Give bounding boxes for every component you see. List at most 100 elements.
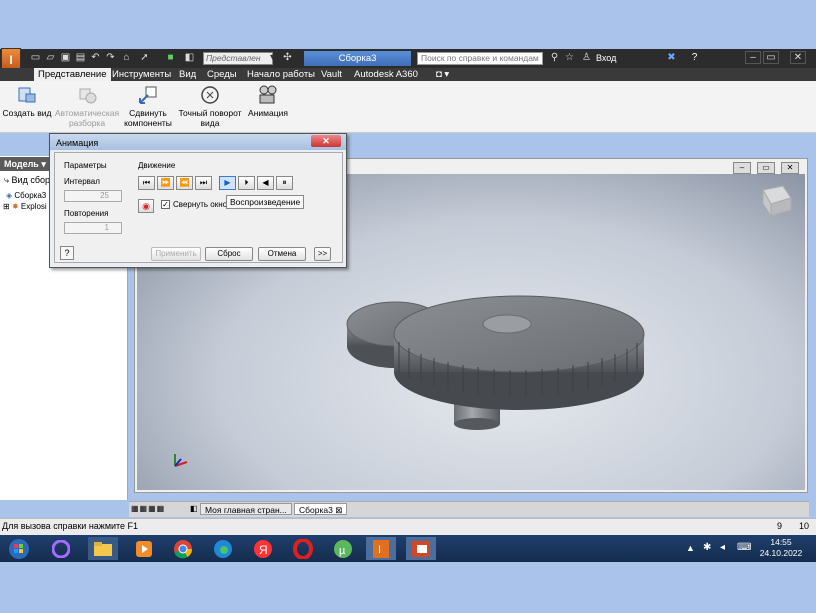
svg-text:I: I bbox=[378, 544, 381, 556]
network-icon[interactable]: ✱ bbox=[703, 542, 711, 553]
animate-button[interactable]: Анимация bbox=[245, 84, 291, 118]
tab-assembly-label: Сборка3 bbox=[299, 505, 333, 515]
signin-button[interactable]: Вход bbox=[596, 51, 616, 66]
media-player-icon[interactable] bbox=[129, 537, 159, 560]
explorer-icon[interactable] bbox=[88, 537, 118, 560]
viewport-minimize-button[interactable]: – bbox=[733, 162, 751, 174]
apply-button[interactable]: Применить bbox=[151, 247, 201, 261]
tab-vault[interactable]: Vault bbox=[321, 68, 342, 81]
repeats-spinner[interactable]: 1 bbox=[64, 222, 122, 234]
assembly-icon: ◈ bbox=[6, 191, 13, 200]
alice-icon[interactable] bbox=[46, 537, 76, 560]
chrome-icon[interactable] bbox=[168, 537, 198, 560]
minimize-window-label: Свернуть окно п bbox=[173, 200, 234, 209]
layout-icons[interactable]: ▦▦▦▦ bbox=[131, 504, 187, 514]
material-icon[interactable]: ◧ bbox=[183, 52, 196, 64]
viewport-close-button[interactable]: ✕ bbox=[781, 162, 799, 174]
reset-button[interactable]: Сброс bbox=[205, 247, 253, 261]
update-icon[interactable]: ■ bbox=[164, 52, 177, 64]
tree-item-explosion[interactable]: ⊞ ✸ Explosi bbox=[3, 202, 47, 211]
create-view-label: Создать вид bbox=[2, 108, 52, 118]
minimize-window-checkbox[interactable]: ✓ bbox=[161, 200, 170, 209]
view-selector[interactable]: ⤷ Вид сбор bbox=[4, 175, 50, 186]
svg-text:µ: µ bbox=[339, 545, 346, 557]
tab-view[interactable]: Вид bbox=[179, 68, 196, 81]
view-cube-icon[interactable] bbox=[762, 185, 792, 218]
tab-assembly[interactable]: Сборка3 ⊠ bbox=[294, 503, 348, 515]
svg-text:Я: Я bbox=[259, 543, 268, 557]
close-button[interactable]: ✕ bbox=[790, 51, 806, 64]
play-forward-button[interactable]: ▶ bbox=[219, 176, 236, 190]
opera-icon[interactable] bbox=[288, 537, 318, 560]
dialog-close-button[interactable]: ✕ bbox=[311, 135, 341, 147]
status-help-text: Для вызова справки нажмите F1 bbox=[2, 521, 139, 531]
go-to-start-button[interactable]: ⏮ bbox=[138, 176, 155, 190]
tab-home[interactable]: Моя главная стран... bbox=[200, 503, 292, 515]
preset-dropdown[interactable]: Представлен bbox=[203, 52, 273, 65]
create-view-button[interactable]: Создать вид bbox=[2, 84, 52, 118]
play-reverse-button[interactable]: ◀ bbox=[257, 176, 274, 190]
viewport-restore-button[interactable]: ▭ bbox=[757, 162, 775, 174]
clock-time: 14:55 bbox=[770, 537, 792, 547]
tab-getting-started[interactable]: Начало работы bbox=[247, 68, 315, 81]
tweak-label: Сдвинуть компоненты bbox=[124, 108, 172, 128]
volume-icon[interactable]: ◂ bbox=[720, 542, 725, 553]
utorrent-icon[interactable]: µ bbox=[328, 537, 358, 560]
create-view-icon bbox=[16, 84, 38, 106]
select-icon[interactable]: ➚ bbox=[138, 52, 151, 64]
folder-icon[interactable]: ▤ bbox=[74, 52, 87, 64]
tweak-components-button[interactable]: Сдвинуть компоненты bbox=[121, 84, 175, 128]
step-backward-button[interactable]: ⏪ bbox=[176, 176, 193, 190]
tab-scroll-icon[interactable]: ◧ bbox=[190, 504, 198, 513]
save-icon[interactable]: ▣ bbox=[59, 52, 72, 64]
binoculars-icon[interactable]: ⚲ bbox=[548, 52, 561, 64]
yandex-icon[interactable]: Я bbox=[248, 537, 278, 560]
tree-item-assembly[interactable]: ◈ Сборка3 bbox=[6, 191, 46, 200]
motion-label: Движение bbox=[138, 161, 176, 170]
home-icon[interactable]: ⌂ bbox=[120, 52, 133, 64]
go-to-end-button[interactable]: ⏭ bbox=[195, 176, 212, 190]
model-panel-header[interactable]: Модель ▾ bbox=[0, 157, 50, 171]
redo-icon[interactable]: ↷ bbox=[104, 52, 117, 64]
more-button[interactable]: >> bbox=[314, 247, 331, 261]
record-button[interactable]: ◉ bbox=[138, 199, 154, 213]
new-file-icon[interactable]: ▭ bbox=[29, 52, 42, 64]
tab-environments[interactable]: Среды bbox=[207, 68, 237, 81]
play-end-button[interactable]: ⏵ bbox=[238, 176, 255, 190]
precise-rotate-button[interactable]: Точный поворот вида bbox=[176, 84, 244, 128]
chevron-down-icon[interactable]: ▾ bbox=[266, 52, 279, 64]
auto-explode-label: Автоматическая разборка bbox=[54, 108, 120, 128]
restore-button[interactable]: ▭ bbox=[763, 51, 779, 64]
tray-chevron-up-icon[interactable]: ▲ bbox=[686, 543, 695, 553]
interval-spinner[interactable]: 25 bbox=[64, 190, 122, 202]
tab-presentation[interactable]: Представление bbox=[34, 68, 111, 81]
pause-button[interactable]: ⏸ bbox=[276, 176, 293, 190]
taskbar-clock[interactable]: 14:55 24.10.2022 bbox=[752, 537, 810, 559]
search-input[interactable]: Поиск по справке и командам bbox=[417, 52, 543, 65]
start-button[interactable] bbox=[4, 537, 34, 560]
undo-icon[interactable]: ↶ bbox=[89, 52, 102, 64]
user-icon[interactable]: ♙ bbox=[580, 52, 593, 64]
cancel-button[interactable]: Отмена bbox=[258, 247, 306, 261]
status-num-2: 10 bbox=[799, 521, 810, 531]
open-icon[interactable]: ▱ bbox=[44, 52, 57, 64]
edge-icon[interactable] bbox=[208, 537, 238, 560]
keyboard-icon[interactable]: ⌨ bbox=[737, 542, 751, 553]
move-icon[interactable]: ✣ bbox=[281, 52, 294, 64]
clock-date: 24.10.2022 bbox=[759, 548, 803, 558]
tab-a360[interactable]: Autodesk A360 bbox=[354, 68, 418, 81]
minimize-button[interactable]: – bbox=[745, 51, 761, 64]
tab-tools[interactable]: Инструменты bbox=[112, 68, 171, 81]
star-icon[interactable]: ☆ bbox=[563, 52, 576, 64]
auto-explode-button[interactable]: Автоматическая разборка bbox=[54, 84, 120, 128]
help-icon[interactable]: ? bbox=[60, 246, 74, 260]
camera-icon[interactable]: ◘ ▾ bbox=[436, 68, 449, 81]
close-tab-icon[interactable]: ⊠ bbox=[335, 505, 342, 515]
status-num-1: 9 bbox=[777, 521, 783, 531]
view-label: Вид сбор bbox=[11, 175, 50, 185]
help-icon[interactable]: ? bbox=[688, 52, 701, 64]
step-forward-button[interactable]: ⏩ bbox=[157, 176, 174, 190]
exchange-icon[interactable]: ✖ bbox=[665, 52, 678, 64]
powerpoint-icon[interactable] bbox=[406, 537, 436, 560]
inventor-taskbar-icon[interactable]: I bbox=[366, 537, 396, 560]
